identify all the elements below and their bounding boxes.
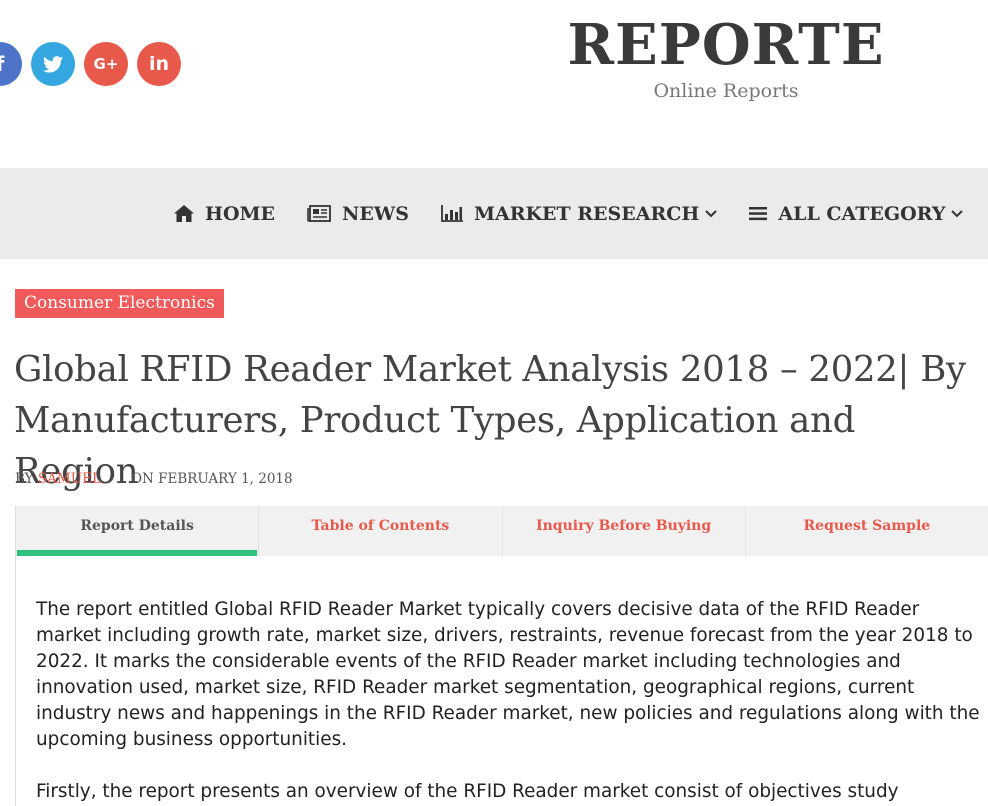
tab-request-sample[interactable]: Request Sample (746, 506, 988, 556)
nav-market-research[interactable]: MARKET RESEARCH (441, 202, 718, 225)
nav-home-label: HOME (205, 202, 276, 225)
nav-news-label: NEWS (342, 202, 409, 225)
main-nav: HOME NEWS MARKET RESEARCH ALL CATEGORY A (0, 168, 988, 259)
nav-all-category[interactable]: ALL CATEGORY (749, 202, 964, 225)
menu-icon (749, 207, 768, 221)
nav-home[interactable]: HOME (174, 203, 275, 225)
report-tabs-panel: Report Details Table of Contents Inquiry… (15, 506, 988, 806)
logo-subtitle: Online Reports (653, 80, 799, 102)
linkedin-icon[interactable]: in (137, 42, 181, 86)
nav-market-research-label: MARKET RESEARCH (473, 202, 700, 225)
category-badge[interactable]: Consumer Electronics (15, 289, 224, 318)
content-paragraph: Firstly, the report presents an overview… (36, 781, 899, 802)
tab-table-of-contents[interactable]: Table of Contents (259, 506, 503, 556)
home-icon (174, 205, 194, 222)
logo-title: REPORTE (567, 12, 885, 78)
content-paragraph: The report entitled Global RFID Reader M… (36, 599, 980, 750)
google-plus-icon[interactable]: G+ (84, 42, 128, 86)
nav-all-category-label: ALL CATEGORY (778, 202, 946, 225)
nav-news[interactable]: NEWS (307, 203, 409, 225)
by-label: BY (15, 471, 34, 487)
newspaper-icon (307, 205, 331, 222)
author-link[interactable]: SAMUEL (38, 471, 101, 487)
social-links: f G+ in (0, 42, 181, 86)
article-meta: BY SAMUEL ON FEBRUARY 1, 2018 (15, 471, 293, 487)
report-details-content: The report entitled Global RFID Reader M… (16, 556, 986, 805)
chevron-down-icon (951, 209, 964, 217)
tab-inquiry-before-buying[interactable]: Inquiry Before Buying (503, 506, 746, 556)
site-logo[interactable]: REPORTE Online Reports (566, 12, 886, 102)
twitter-icon[interactable] (31, 42, 75, 86)
facebook-icon[interactable]: f (0, 42, 22, 86)
bar-chart-icon (441, 205, 463, 222)
tab-bar: Report Details Table of Contents Inquiry… (16, 506, 988, 556)
chevron-down-icon (705, 209, 718, 217)
tab-report-details[interactable]: Report Details (16, 506, 260, 556)
post-date: ON FEBRUARY 1, 2018 (130, 471, 293, 487)
